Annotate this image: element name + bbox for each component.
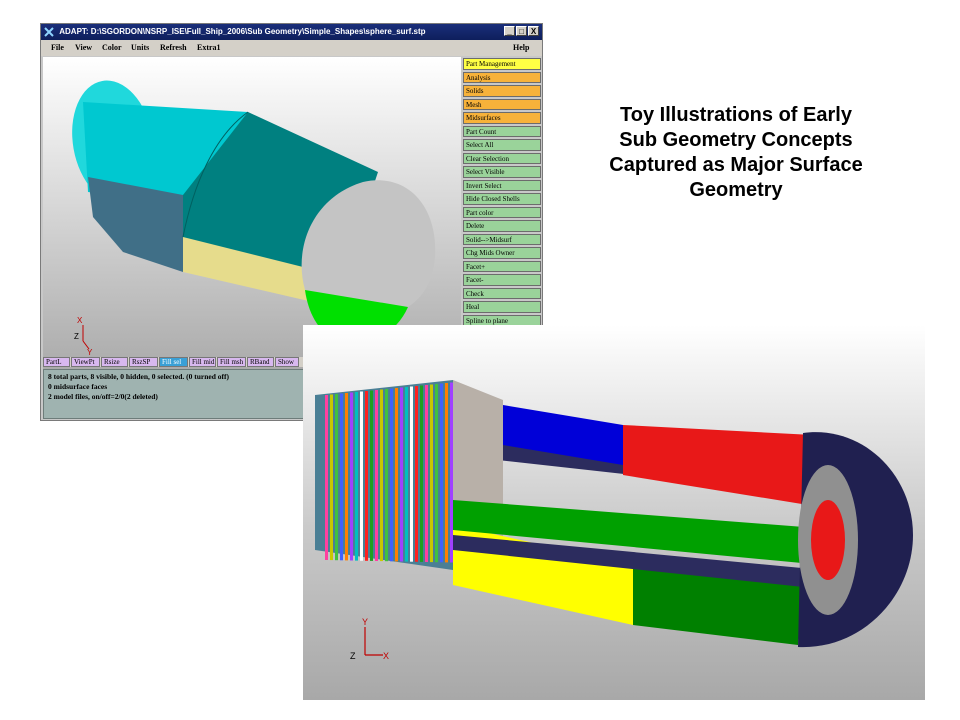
headline-line: Sub Geometry Concepts (619, 129, 853, 151)
menu-color[interactable]: Color (102, 40, 122, 56)
tab-show[interactable]: Show (275, 357, 299, 367)
headline-line: Toy Illustrations of Early (620, 104, 852, 126)
panel-button[interactable]: Midsurfaces (463, 112, 541, 124)
frame-stripe (405, 387, 408, 562)
panel-button[interactable]: Check (463, 287, 541, 299)
axis-z-label: Z (74, 332, 79, 341)
frame-stripe (345, 393, 348, 561)
tab-rsize[interactable]: Rsize (101, 357, 128, 367)
frame-stripe (340, 393, 343, 561)
tab-viewpt[interactable]: ViewPt (71, 357, 100, 367)
panel-button[interactable]: Analysis (463, 71, 541, 83)
frame-stripe (350, 392, 353, 561)
dome-inner-shape (811, 500, 845, 580)
frame-stripe (395, 388, 398, 562)
cutaway-render: Y Z X (303, 325, 925, 700)
tab-rszsp[interactable]: RszSP (129, 357, 158, 367)
frame-stripe (420, 385, 423, 562)
slide-headline: Toy Illustrations of Early Sub Geometry … (560, 103, 912, 203)
panel-button[interactable]: Solids (463, 85, 541, 97)
menu-view[interactable]: View (75, 40, 92, 56)
axis-triad-small: X Z Y (74, 316, 93, 357)
panel-button[interactable]: Solid-->Midsurf (463, 233, 541, 245)
axis-x-label-large: X (383, 651, 389, 661)
frame-stripe (440, 383, 443, 563)
panel-button[interactable]: Facet+ (463, 260, 541, 272)
panel-button[interactable]: Invert Select (463, 179, 541, 191)
menu-help[interactable]: Help (513, 40, 529, 56)
window-title: ADAPT: D:\SGORDON\NSRP_ISE\Full_Ship_200… (59, 27, 426, 36)
panel-button[interactable]: Facet- (463, 274, 541, 286)
maximize-button[interactable]: □ (516, 26, 527, 36)
tab-fill-msh[interactable]: Fill msh (217, 357, 246, 367)
frame-stripe (430, 384, 433, 563)
menu-units[interactable]: Units (131, 40, 149, 56)
panel-button[interactable]: Select Visible (463, 166, 541, 178)
axis-y-label: Y (87, 348, 93, 357)
menu-refresh[interactable]: Refresh (160, 40, 187, 56)
frame-stripe (425, 385, 428, 562)
headline-line: Geometry (689, 179, 783, 201)
panel-button[interactable]: Part Count (463, 125, 541, 137)
minimize-button[interactable]: _ (504, 26, 515, 36)
axis-z-label-large: Z (350, 651, 356, 661)
panel-button[interactable]: Hide Closed Shells (463, 193, 541, 205)
red-panel-shape (623, 425, 813, 505)
side-panel: Part Management Analysis Solids Mesh Midsurf… (463, 58, 541, 328)
frame-stripe (360, 391, 363, 561)
panel-button[interactable]: Clear Selection (463, 152, 541, 164)
frame-stripe (330, 394, 333, 561)
frame-stripe (375, 390, 378, 561)
axis-x-label: X (77, 316, 83, 325)
panel-button[interactable]: Delete (463, 220, 541, 232)
frame-stripe (380, 389, 383, 562)
frame-stripe (390, 388, 393, 562)
frame-stripe (410, 386, 413, 562)
frame-stripe (435, 384, 438, 563)
headline-line: Captured as Major Surface (609, 154, 863, 176)
panel-button[interactable]: Mesh (463, 98, 541, 110)
menu-file[interactable]: File (51, 40, 64, 56)
tab-rband[interactable]: RBand (247, 357, 274, 367)
frame-stripe (355, 392, 358, 561)
panel-button[interactable]: Chg Mids Owner (463, 247, 541, 259)
tab-partl[interactable]: PartL (43, 357, 70, 367)
menu-bar: File View Color Units Refresh Extra1 Hel… (41, 40, 542, 56)
frame-stripe (415, 386, 418, 562)
tab-fill-mid[interactable]: Fill mid (189, 357, 216, 367)
close-button[interactable]: X (528, 26, 539, 36)
axis-y-label-large: Y (362, 617, 368, 627)
axis-triad-large: Y Z X (350, 617, 389, 661)
frame-stripe (385, 389, 388, 562)
frame-stripe (445, 383, 448, 563)
panel-button[interactable]: Part Management (463, 58, 541, 70)
tab-fill-sel[interactable]: Fill sel (159, 357, 188, 367)
app-logo-icon (44, 27, 54, 37)
panel-button[interactable]: Select All (463, 139, 541, 151)
frame-stripe (325, 395, 328, 560)
frame-stripe (365, 391, 368, 561)
panel-button[interactable]: Heal (463, 301, 541, 313)
cutaway-model: Y Z X (315, 380, 913, 661)
frame-stripe (335, 394, 338, 561)
frame-stripe (400, 387, 403, 562)
panel-button[interactable]: Part color (463, 206, 541, 218)
menu-extra[interactable]: Extra1 (197, 40, 221, 56)
title-bar: ADAPT: D:\SGORDON\NSRP_ISE\Full_Ship_200… (41, 24, 542, 40)
frame-stripe (450, 382, 453, 563)
frame-stripe (370, 390, 373, 561)
